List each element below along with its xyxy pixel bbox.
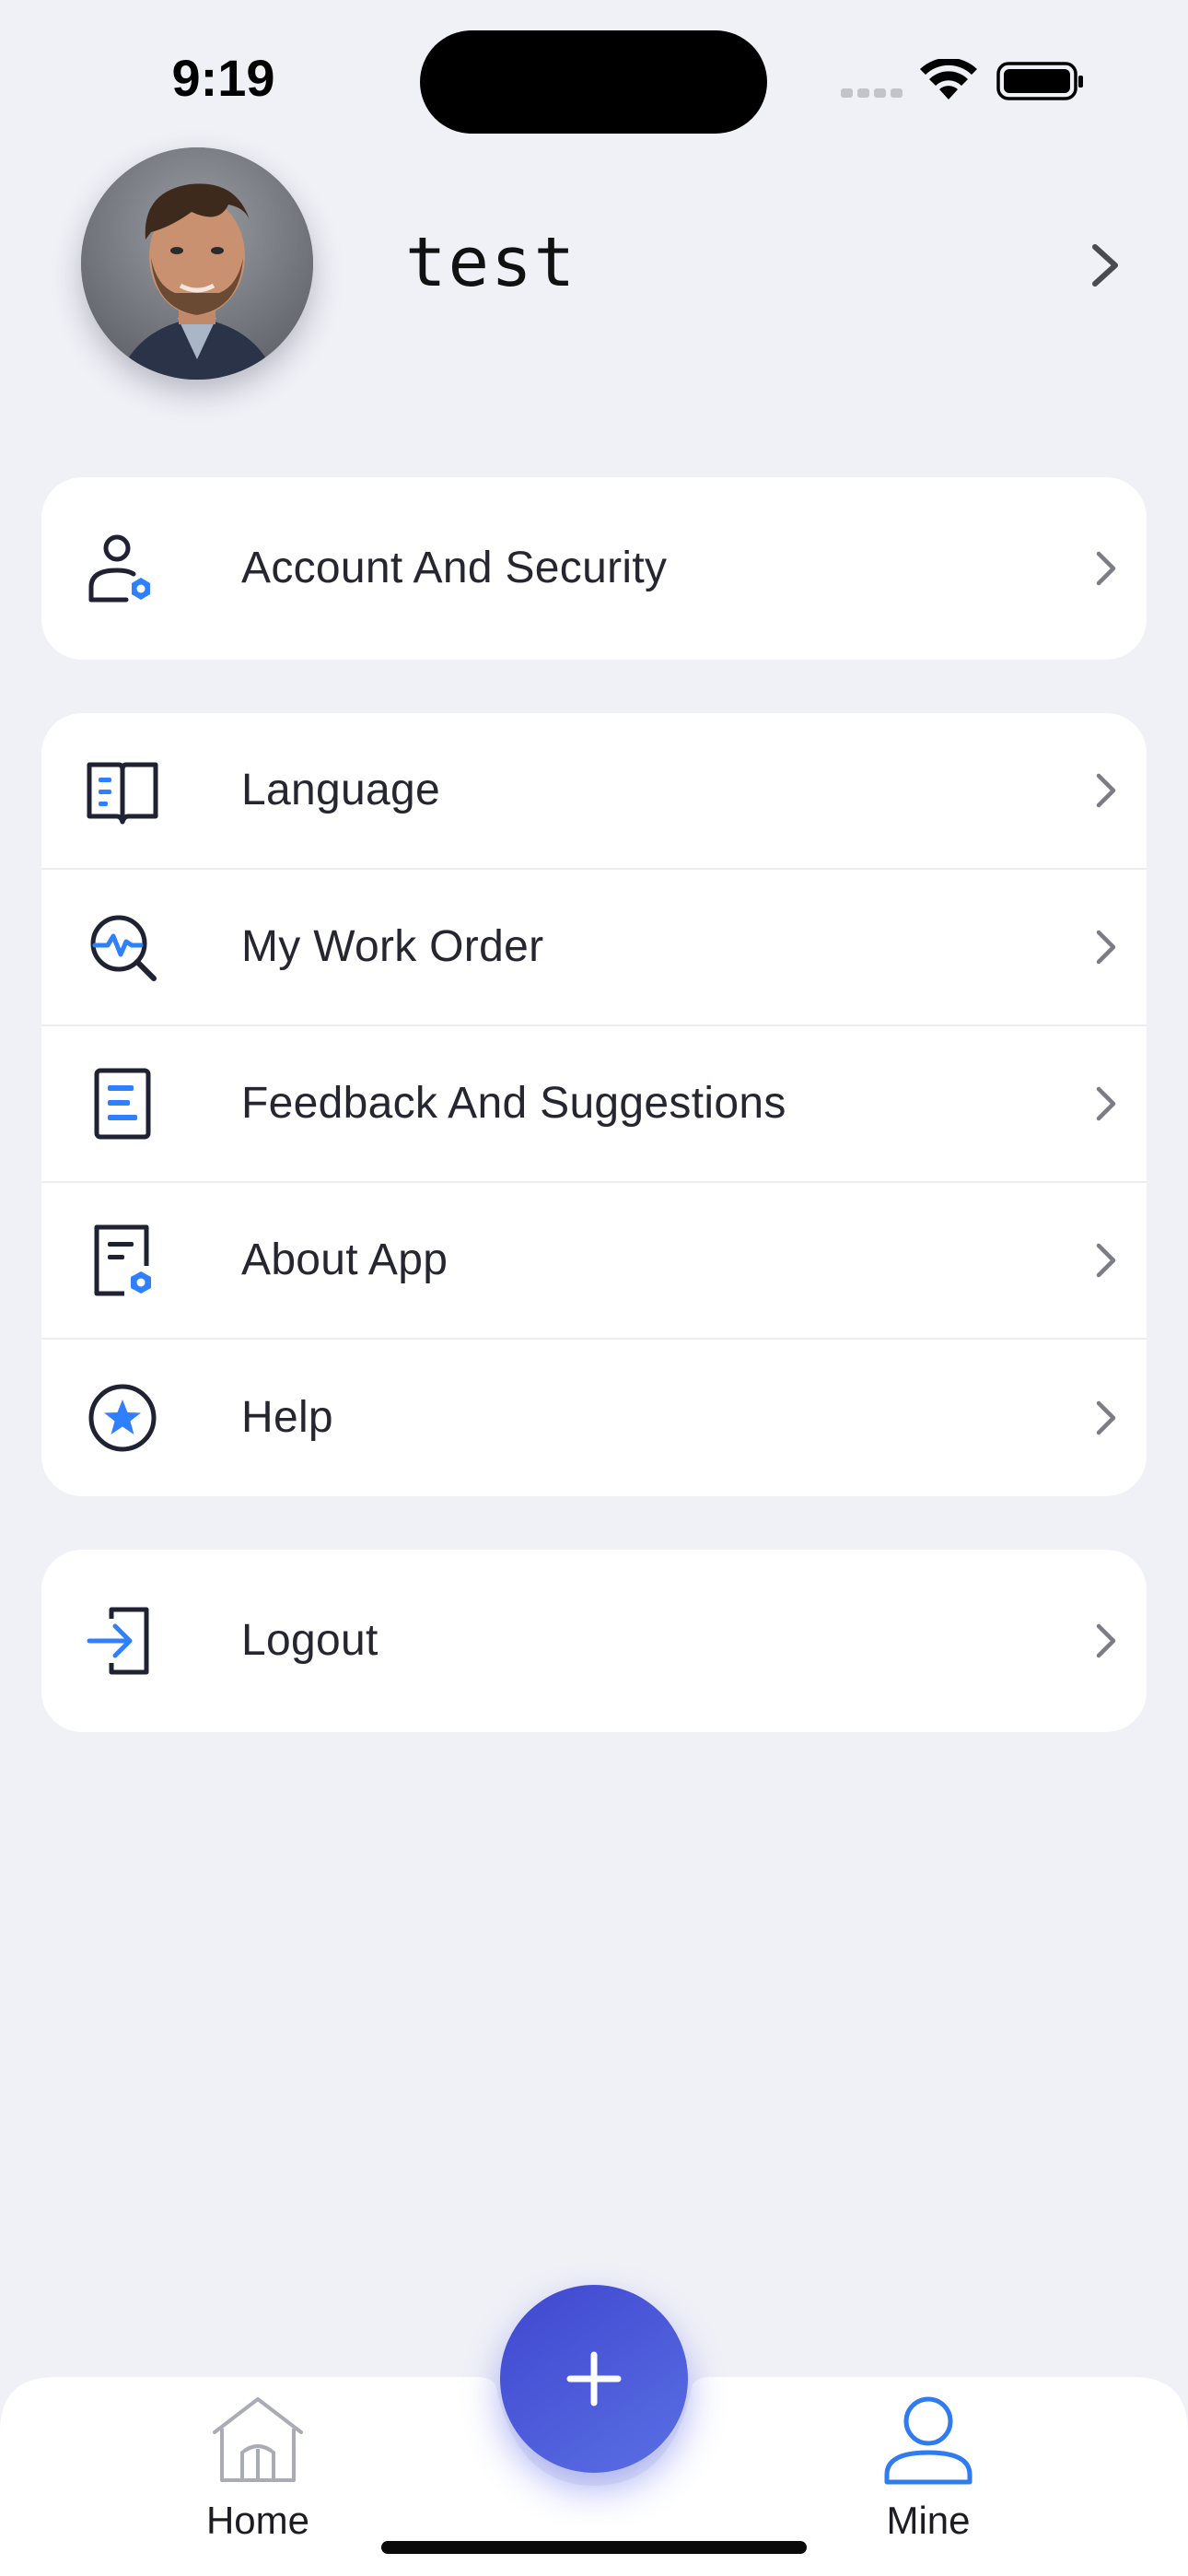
wifi-icon [920,59,977,100]
chevron-right-icon [1096,1400,1116,1435]
menu-item-my-work-order[interactable]: My Work Order [41,870,1147,1026]
plus-icon [566,2351,622,2406]
tab-label-mine: Mine [886,2499,971,2542]
tab-mine[interactable]: Mine [827,2395,1030,2552]
menu-item-about-app[interactable]: About App [41,1183,1147,1340]
search-pulse-icon [90,915,157,981]
home-indicator [381,2541,807,2554]
menu-label-about-app: About App [241,1235,448,1284]
logout-card: Logout [41,1550,1147,1732]
home-icon [213,2397,303,2482]
chevron-right-icon [1096,930,1116,965]
person-icon [884,2396,973,2485]
chevron-right-icon [1096,1086,1116,1121]
menu-item-logout[interactable]: Logout [41,1550,1147,1732]
menu-item-language[interactable]: Language [41,713,1147,870]
account-card: Account And Security [41,477,1147,660]
battery-icon [996,62,1083,100]
chevron-right-icon [1096,773,1116,808]
document-gear-icon [94,1224,151,1296]
menu-label-logout: Logout [241,1616,379,1665]
menu-label-account-security: Account And Security [241,544,668,592]
cellular-signal-icon [841,85,905,101]
avatar[interactable] [81,147,313,380]
chevron-right-icon [1096,1623,1116,1658]
login-arrow-icon [87,1607,149,1675]
chevron-right-icon[interactable] [1089,241,1121,289]
user-gear-icon [88,534,150,603]
menu-label-help: Help [241,1393,333,1442]
book-icon [87,762,158,825]
star-circle-icon [88,1384,157,1452]
menu-item-feedback[interactable]: Feedback And Suggestions [41,1026,1147,1183]
menu-label-feedback: Feedback And Suggestions [241,1079,786,1128]
dynamic-island [420,30,767,134]
document-lines-icon [94,1068,151,1140]
status-bar: 9:19 [0,0,1188,147]
menu-label-language: Language [241,766,440,814]
menu-label-my-work-order: My Work Order [241,922,544,971]
profile-row[interactable]: test [0,138,1188,396]
menu-item-help[interactable]: Help [41,1340,1147,1496]
profile-name: test [405,223,577,302]
avatar-portrait [81,147,313,380]
chevron-right-icon [1096,1243,1116,1278]
status-time: 9:19 [171,49,275,107]
menu-item-account-security[interactable]: Account And Security [41,477,1147,660]
settings-card: Language My Work Order Feedback And Sugg… [41,713,1147,1496]
add-button[interactable] [500,2285,688,2473]
tab-home[interactable]: Home [157,2395,359,2552]
tab-label-home: Home [205,2499,310,2542]
chevron-right-icon [1096,551,1116,586]
